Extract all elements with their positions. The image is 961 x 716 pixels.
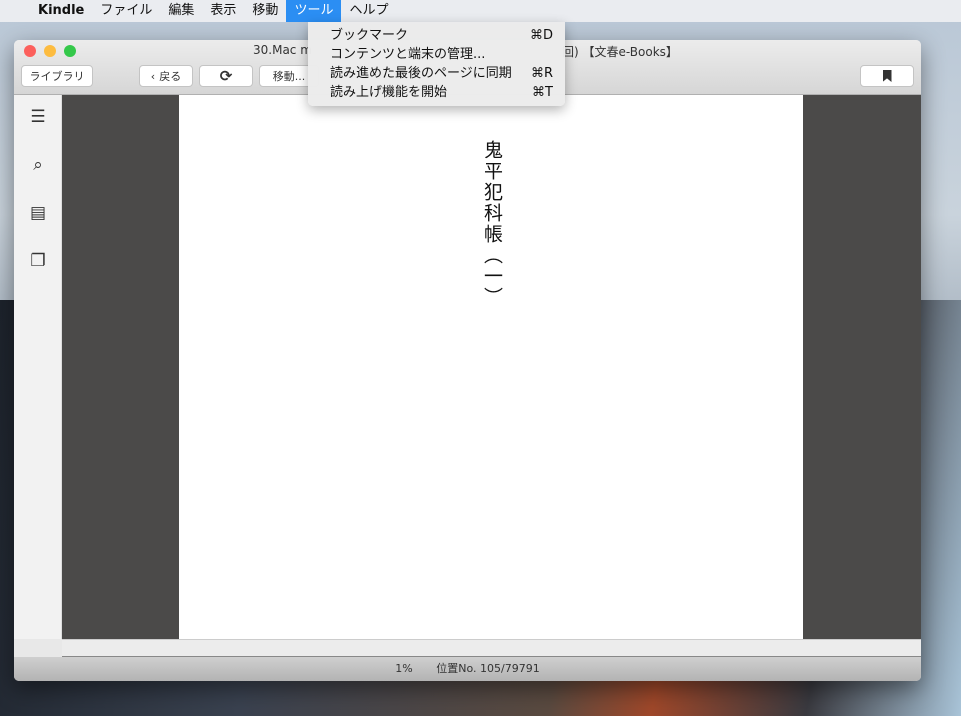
menu-item-text-to-speech[interactable]: 読み上げ機能を開始 ⌘T bbox=[308, 83, 565, 102]
apple-menu-icon[interactable] bbox=[0, 0, 30, 22]
menu-item-shortcut: ⌘D bbox=[529, 28, 553, 43]
menu-item-sync[interactable]: 読み進めた最後のページに同期 ⌘R bbox=[308, 64, 565, 83]
menu-item-bookmark[interactable]: ブックマーク ⌘D bbox=[308, 26, 565, 45]
window-title-right: 回) 【文春e-Books】 bbox=[562, 45, 678, 59]
sidebar: ☰ ⌕ ▤ ❐ bbox=[14, 95, 62, 639]
menu-view[interactable]: 表示 bbox=[202, 0, 244, 22]
menu-kindle[interactable]: Kindle bbox=[30, 0, 92, 22]
flashcards-icon[interactable]: ❐ bbox=[27, 251, 49, 273]
close-button[interactable] bbox=[24, 45, 36, 57]
menu-bar: Kindle ファイル 編集 表示 移動 ツール ヘルプ bbox=[0, 0, 961, 22]
book-page[interactable]: 鬼平犯科帳（一） bbox=[179, 95, 803, 639]
menu-edit[interactable]: 編集 bbox=[160, 0, 202, 22]
minimize-button[interactable] bbox=[44, 45, 56, 57]
zoom-button[interactable] bbox=[64, 45, 76, 57]
back-label: 戻る bbox=[159, 70, 182, 83]
menu-item-shortcut: ⌘R bbox=[530, 66, 553, 81]
notes-icon[interactable]: ▤ bbox=[27, 203, 49, 225]
menu-item-label: コンテンツと端末の管理... bbox=[330, 47, 486, 62]
menu-item-label: ブックマーク bbox=[330, 28, 409, 43]
book-title-text: 鬼平犯科帳（一） bbox=[481, 140, 503, 308]
search-icon[interactable]: ⌕ bbox=[27, 155, 49, 177]
sync-icon: ⟳ bbox=[219, 67, 233, 85]
sync-button[interactable]: ⟳ bbox=[199, 65, 253, 87]
library-button[interactable]: ライブラリ bbox=[21, 65, 93, 87]
menu-item-label: 読み上げ機能を開始 bbox=[330, 85, 448, 100]
menu-item-manage-content[interactable]: コンテンツと端末の管理... bbox=[308, 45, 565, 64]
window-title-left: 30.Mac m bbox=[253, 43, 312, 57]
progress-percent: 1% bbox=[395, 662, 413, 675]
menu-help[interactable]: ヘルプ bbox=[341, 0, 396, 22]
back-button[interactable]: ‹ 戻る bbox=[139, 65, 193, 87]
kindle-window: 30.Mac m 回) 【文春e-Books】 ライブラリ ‹ 戻る ⟳ 移動..… bbox=[14, 40, 921, 681]
menu-item-shortcut: ⌘T bbox=[532, 85, 553, 100]
menu-tools[interactable]: ツール bbox=[286, 0, 342, 22]
table-of-contents-icon[interactable]: ☰ bbox=[27, 107, 49, 129]
bookmark-button[interactable] bbox=[860, 65, 914, 87]
menu-go[interactable]: 移動 bbox=[244, 0, 286, 22]
location-number: 位置No. 105/79791 bbox=[436, 662, 540, 675]
status-bar: 1% 位置No. 105/79791 bbox=[14, 657, 921, 681]
horizontal-scrollbar[interactable] bbox=[62, 639, 921, 657]
menu-item-label: 読み進めた最後のページに同期 bbox=[330, 66, 512, 81]
bookmark-icon bbox=[882, 70, 892, 82]
menu-file[interactable]: ファイル bbox=[92, 0, 160, 22]
tools-dropdown-menu: ブックマーク ⌘D コンテンツと端末の管理... 読み進めた最後のページに同期 ⌘R… bbox=[308, 22, 565, 106]
reading-area: 鬼平犯科帳（一） bbox=[62, 95, 921, 639]
chevron-left-icon: ‹ bbox=[150, 69, 156, 83]
